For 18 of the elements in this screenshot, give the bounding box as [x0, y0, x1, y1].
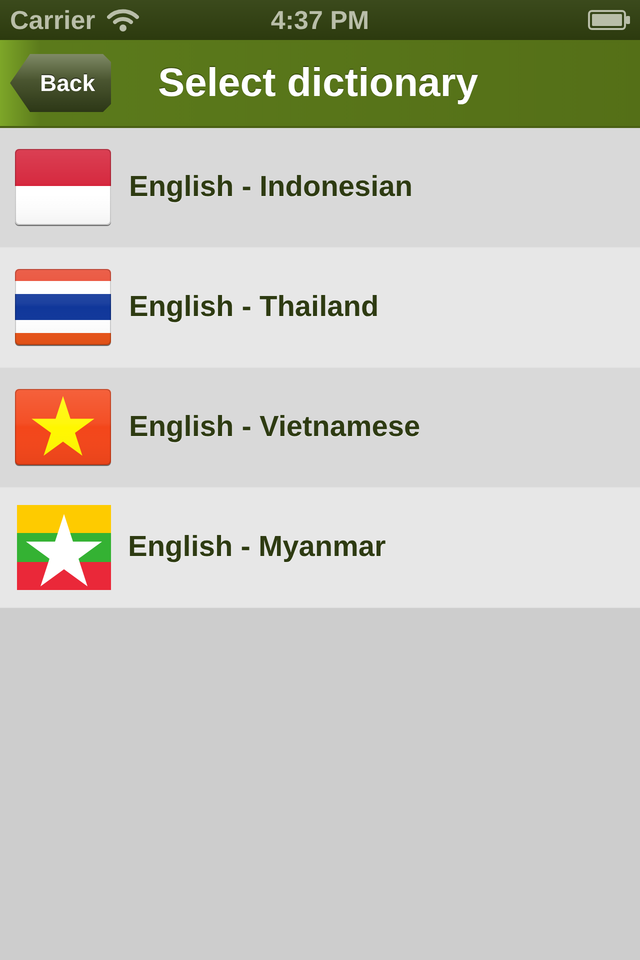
clock-time: 4:37 PM	[270, 7, 370, 33]
dictionary-label: English - Indonesian	[129, 171, 413, 204]
carrier-name: Carrier	[10, 7, 96, 33]
screen-title: Select dictionary	[158, 63, 478, 103]
dictionary-label: English - Thailand	[129, 291, 379, 324]
dictionary-row[interactable]: English - Thailand	[0, 248, 640, 368]
wifi-icon	[107, 8, 140, 32]
battery-icon	[588, 10, 630, 30]
dictionary-row[interactable]: English - Myanmar	[0, 488, 640, 608]
dictionary-label: English - Vietnamese	[129, 411, 420, 444]
dictionary-row[interactable]: English - Vietnamese	[0, 368, 640, 488]
flag-icon	[14, 388, 112, 467]
flag-icon	[14, 268, 112, 347]
dictionary-label: English - Myanmar	[128, 531, 386, 564]
back-button[interactable]: Back	[10, 54, 111, 112]
flag-icon	[17, 505, 111, 590]
dictionary-row[interactable]: English - Indonesian	[0, 128, 640, 248]
flag-icon	[14, 148, 112, 227]
